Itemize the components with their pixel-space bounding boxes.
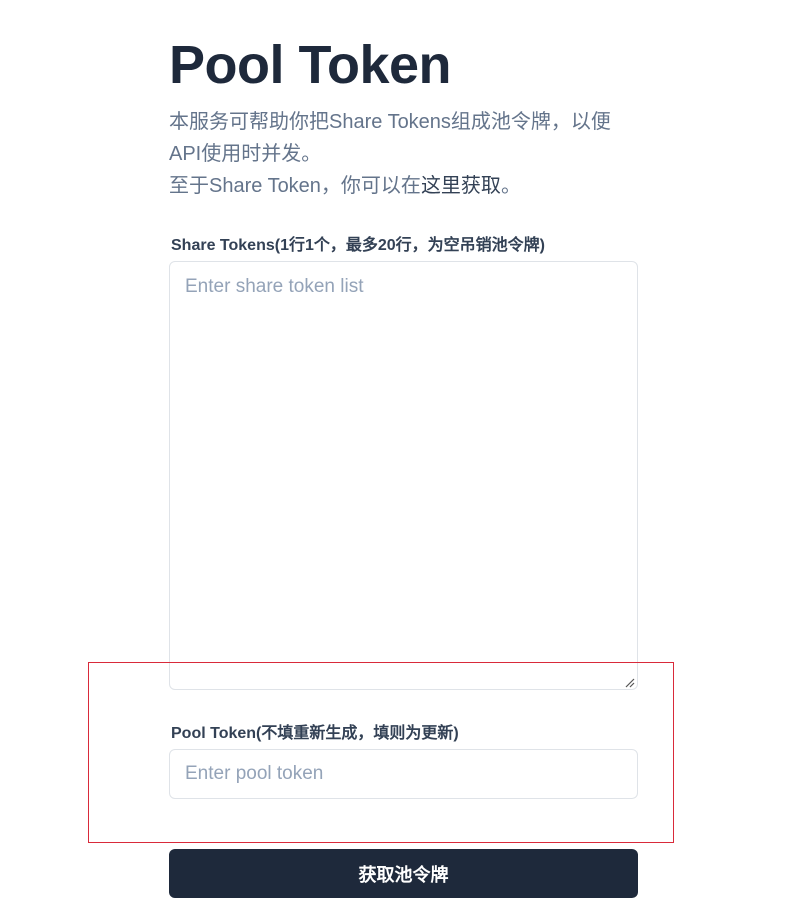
description-line-share-token: 至于Share Token，你可以在这里获取。 [169,170,629,202]
page: Pool Token 本服务可帮助你把Share Tokens组成池令牌，以便A… [0,0,795,915]
pool-token-label: Pool Token(不填重新生成，填则为更新) [171,725,459,742]
description-text: 本服务可帮助你把Share Tokens组成池令牌，以便API使用时并发。 [169,111,611,165]
resize-handle-icon[interactable] [623,676,635,688]
description-prefix: 至于Share Token，你可以在 [169,175,421,197]
pool-token-input[interactable] [169,749,638,799]
description-suffix: 。 [500,175,521,197]
page-title: Pool Token [169,35,452,95]
get-share-token-link[interactable]: 这里获取 [421,175,501,197]
share-tokens-textarea[interactable] [169,261,638,690]
get-pool-token-button[interactable]: 获取池令牌 [169,849,638,898]
page-description: 本服务可帮助你把Share Tokens组成池令牌，以便API使用时并发。 至于… [169,106,629,202]
share-tokens-label: Share Tokens(1行1个，最多20行，为空吊销池令牌) [171,237,545,254]
